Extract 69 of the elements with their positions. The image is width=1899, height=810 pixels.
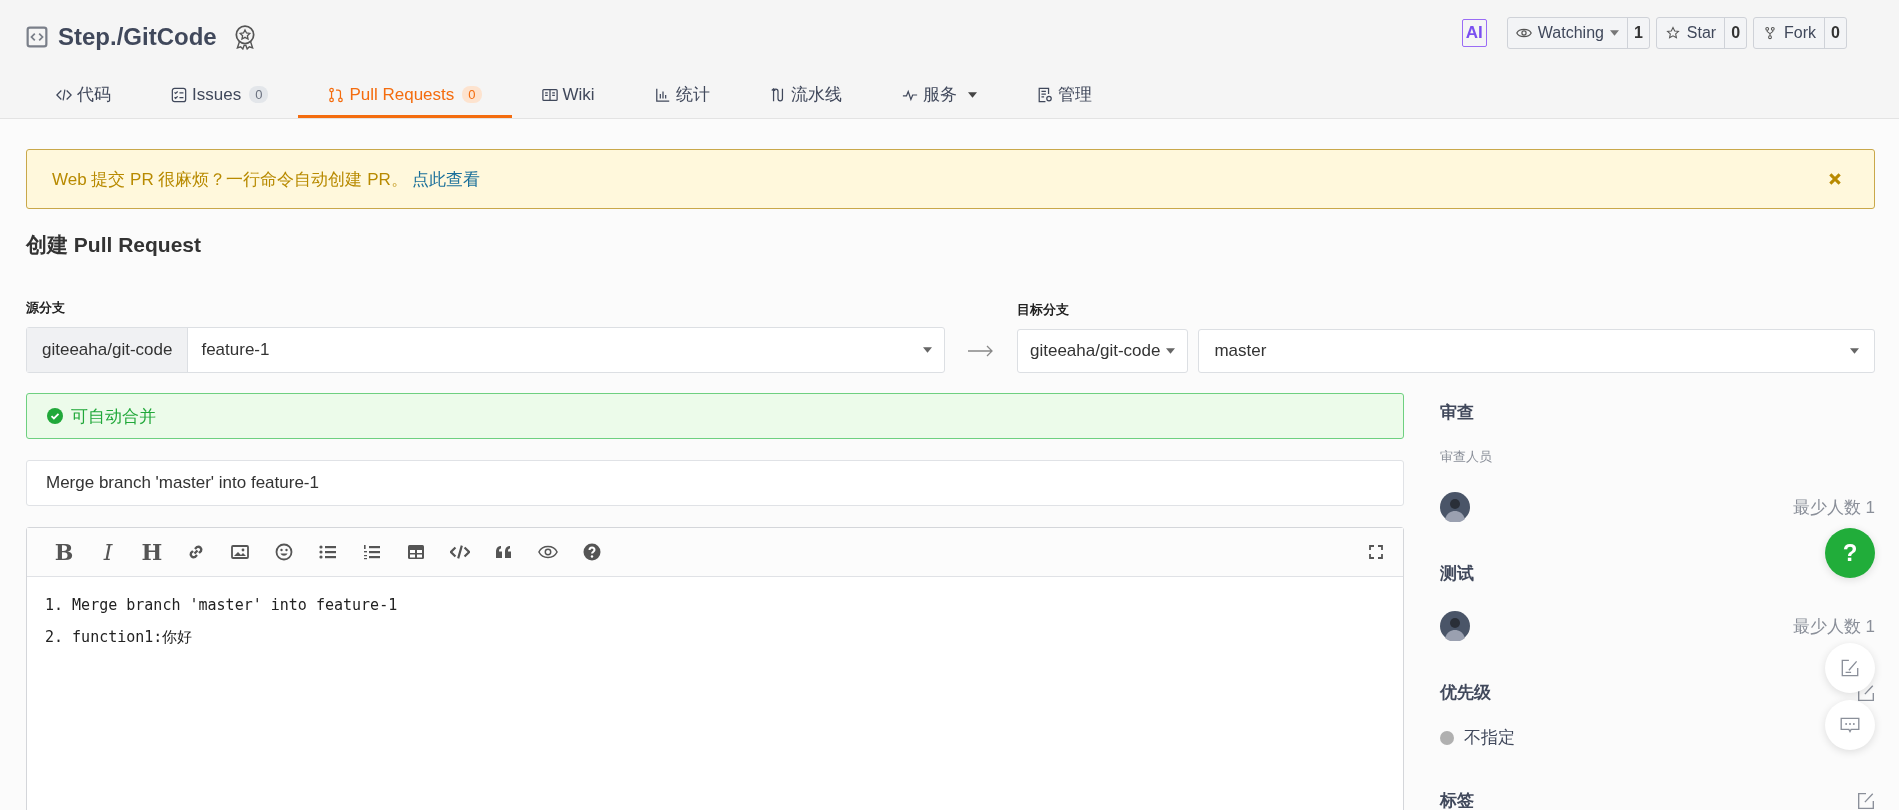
repo-action-button[interactable]: Watching bbox=[1507, 18, 1628, 48]
help-icon bbox=[582, 542, 602, 562]
eye-icon bbox=[1515, 26, 1532, 40]
tab-icon bbox=[769, 86, 786, 103]
fullscreen-icon[interactable] bbox=[1369, 545, 1383, 559]
close-icon[interactable] bbox=[1828, 172, 1842, 186]
nav-tab[interactable]: Issues 0 bbox=[141, 74, 299, 118]
priority-value[interactable]: 不指定 bbox=[1464, 726, 1515, 749]
section-title: 优先级 bbox=[1440, 682, 1491, 704]
star-icon bbox=[1664, 26, 1681, 40]
nav-tab[interactable]: 代码 bbox=[26, 74, 141, 118]
section-title: 测试 bbox=[1440, 563, 1474, 585]
branch-select[interactable]: master bbox=[1198, 329, 1875, 373]
branch-select[interactable]: giteeaha/git-code feature-1 bbox=[26, 327, 945, 373]
code-icon bbox=[26, 26, 48, 48]
caret-icon bbox=[1850, 348, 1859, 354]
table-icon bbox=[406, 542, 426, 562]
toolbar-button[interactable]: B bbox=[49, 537, 79, 567]
page-heading: 创建 Pull Request bbox=[26, 232, 203, 258]
field-label: 源分支 bbox=[26, 299, 66, 317]
repo-select[interactable]: giteeaha/git-code bbox=[1017, 329, 1189, 373]
check-circle-icon bbox=[47, 408, 63, 424]
section-title: 标签 bbox=[1440, 790, 1474, 810]
repo-name: giteeaha/git-code bbox=[27, 328, 189, 372]
action-count: 1 bbox=[1632, 23, 1644, 43]
numbered-list-icon bbox=[362, 542, 382, 562]
repo-title[interactable]: Step./GitCode bbox=[58, 23, 217, 51]
smiley-icon bbox=[274, 542, 294, 562]
description-editor[interactable]: 1. Merge branch 'master' into feature-1 2. function1:你好 bbox=[27, 577, 1403, 665]
caret-icon bbox=[1166, 348, 1176, 354]
nav-tab[interactable]: 管理 bbox=[1006, 74, 1122, 118]
caret-icon bbox=[923, 347, 932, 353]
avatar[interactable] bbox=[1440, 611, 1470, 641]
priority-dot bbox=[1440, 730, 1454, 745]
min-count: 最少人数 1 bbox=[1792, 496, 1875, 519]
notice-text: Web 提交 PR 很麻烦？一行命令自动创建 PR。 bbox=[52, 169, 408, 189]
field-label: 目标分支 bbox=[1017, 301, 1070, 319]
section-subtitle: 审查人员 bbox=[1440, 448, 1493, 466]
min-count: 最少人数 1 bbox=[1792, 615, 1875, 638]
tab-icon bbox=[541, 86, 558, 103]
nav-tab[interactable]: 统计 bbox=[624, 74, 740, 118]
edit-icon[interactable] bbox=[1857, 791, 1875, 810]
tab-icon bbox=[1036, 86, 1053, 103]
merge-status: 可自动合并 bbox=[26, 393, 1404, 439]
nav-tab[interactable]: Wiki bbox=[511, 74, 625, 118]
chat-button[interactable] bbox=[1825, 700, 1875, 750]
toolbar-button[interactable]: H bbox=[137, 537, 167, 567]
action-count: 0 bbox=[1830, 23, 1841, 43]
tab-count: 0 bbox=[249, 86, 269, 103]
tab-icon bbox=[328, 86, 345, 103]
image-icon bbox=[230, 542, 250, 562]
ai-button[interactable]: AI bbox=[1461, 19, 1487, 47]
notice-link[interactable]: 点此查看 bbox=[411, 169, 480, 189]
tab-icon bbox=[171, 86, 187, 103]
arrow-icon bbox=[967, 345, 995, 357]
edit-icon bbox=[1839, 657, 1861, 679]
avatar[interactable] bbox=[1440, 492, 1470, 522]
nav-tab[interactable]: 流水线 bbox=[739, 74, 872, 118]
nav-tab[interactable]: 服务 bbox=[871, 74, 1007, 118]
caret-icon bbox=[1609, 30, 1619, 36]
tab-icon bbox=[654, 86, 671, 103]
action-count: 0 bbox=[1730, 23, 1742, 43]
title-field[interactable]: Merge branch 'master' into feature-1 bbox=[26, 460, 1404, 506]
repo-action-button[interactable]: Star bbox=[1656, 18, 1726, 48]
section-title: 审查 bbox=[1440, 402, 1474, 424]
repo-action-button[interactable]: Fork bbox=[1754, 18, 1826, 48]
feedback-button[interactable] bbox=[1825, 643, 1875, 693]
tab-count: 0 bbox=[462, 86, 482, 103]
toolbar-button[interactable]: I bbox=[93, 537, 123, 567]
